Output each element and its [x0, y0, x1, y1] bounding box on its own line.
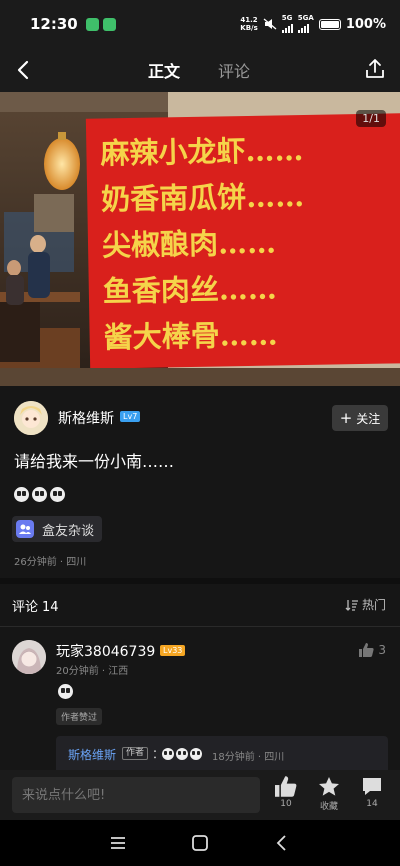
tab-content[interactable]: 正文: [148, 58, 180, 82]
status-bar: 12:30 41.2 KB/s 5G 5GA 100%: [0, 0, 400, 48]
section-divider: [0, 578, 400, 584]
sort-button[interactable]: 热门: [345, 596, 386, 613]
comments-title: 评论 14: [12, 600, 59, 615]
comment-bubble-icon: [363, 778, 381, 795]
reply-meta: 18分钟前 · 四川: [212, 752, 285, 763]
system-nav-bar: [0, 820, 400, 866]
restaurant-menu-photo: 麻辣小龙虾…… 奶香南瓜饼…… 尖椒酿肉…… 鱼香肉丝…… 酱大棒骨……: [0, 92, 400, 386]
cry-emoji-icon: [32, 487, 47, 502]
reply-preview[interactable]: 斯格维斯 作者 ： 18分钟前 · 四川: [56, 736, 388, 774]
sort-icon: [345, 599, 358, 611]
back-icon[interactable]: [272, 833, 292, 853]
battery-text: 100%: [345, 16, 386, 32]
plus-icon: +: [339, 409, 353, 427]
post-meta: 26分钟前 · 四川: [14, 557, 87, 568]
status-time: 12:30: [30, 15, 78, 33]
post-text: 请给我来一份小南……: [14, 452, 175, 471]
signal-5g-icon: 5G: [281, 15, 293, 33]
signal-5ga-icon: 5GA: [297, 15, 314, 33]
menu-line-4: 鱼香肉丝……: [103, 271, 278, 308]
reply-emojis: [162, 748, 202, 760]
cry-emoji-icon: [162, 748, 174, 760]
menu-line-5: 酱大棒骨……: [103, 317, 278, 354]
menu-line-3: 尖椒酿肉……: [102, 225, 277, 262]
author-tag: 作者: [122, 747, 149, 760]
cry-emoji-icon: [190, 748, 202, 760]
battery-icon: [318, 18, 341, 30]
notification-icons: [85, 17, 116, 31]
nav-bar: 正文 评论: [0, 48, 400, 92]
topic-tag[interactable]: 盒友杂谈: [12, 516, 103, 542]
comment-like-count: 3: [378, 643, 386, 657]
comment-button[interactable]: 14: [352, 776, 392, 809]
favorite-label: 收藏: [319, 802, 338, 812]
commenter-name[interactable]: 玩家38046739: [56, 641, 155, 661]
comment-count: 14: [366, 799, 378, 809]
like-button[interactable]: 10: [266, 776, 306, 809]
comment-input[interactable]: [12, 777, 260, 813]
cry-emoji-icon: [58, 684, 73, 699]
image-counter: 1/1: [356, 110, 386, 127]
wechat-icon: [102, 17, 116, 31]
follow-label: 关注: [356, 411, 381, 426]
star-icon: [319, 777, 339, 796]
comments-count: 14: [42, 600, 59, 615]
reply-author-name[interactable]: 斯格维斯: [68, 746, 116, 763]
author-liked-badge: 作者赞过: [56, 708, 103, 725]
author-name[interactable]: 斯格维斯: [58, 408, 114, 428]
commenter-level-badge: Lv33: [160, 645, 186, 656]
back-arrow-icon[interactable]: [12, 58, 36, 82]
bottom-action-bar: 10 收藏 14: [0, 770, 400, 820]
cry-emoji-icon: [14, 487, 29, 502]
comment-like-button[interactable]: 3: [359, 643, 386, 657]
topic-tag-label: 盒友杂谈: [42, 523, 95, 539]
comments-header: 评论 14 热门: [0, 590, 400, 620]
cry-emoji-icon: [50, 487, 65, 502]
mute-icon: [263, 18, 277, 30]
thumb-up-icon: [359, 643, 374, 657]
menu-line-1: 麻辣小龙虾……: [100, 133, 304, 171]
post-image[interactable]: 麻辣小龙虾…… 奶香南瓜饼…… 尖椒酿肉…… 鱼香肉丝…… 酱大棒骨…… 1/1: [0, 92, 400, 386]
cry-emoji-icon: [176, 748, 188, 760]
nav-tabs: 正文 评论: [148, 48, 250, 92]
menu-line-2: 奶香南瓜饼……: [101, 179, 305, 217]
status-right: 41.2 KB/s 5G 5GA 100%: [240, 15, 386, 33]
tab-comments[interactable]: 评论: [218, 58, 250, 82]
sort-label: 热门: [361, 598, 386, 612]
home-icon[interactable]: [190, 833, 210, 853]
post-emoji-row: [14, 487, 65, 502]
menu-icon[interactable]: [108, 833, 128, 853]
share-icon[interactable]: [364, 58, 386, 80]
group-icon: [16, 520, 34, 538]
commenter-avatar[interactable]: [12, 640, 46, 674]
like-count: 10: [280, 799, 292, 809]
shield-app-icon: [85, 17, 99, 31]
follow-button[interactable]: + 关注: [332, 405, 388, 431]
thumb-up-icon: [275, 776, 297, 797]
author-level-badge: Lv7: [120, 411, 141, 422]
comment-meta: 20分钟前 · 江西: [56, 666, 129, 677]
comment-emoji: [58, 684, 73, 699]
author-row: 斯格维斯 Lv7 + 关注: [0, 395, 400, 441]
favorite-button[interactable]: 收藏: [309, 776, 349, 812]
author-avatar[interactable]: [14, 401, 48, 435]
net-speed: 41.2 KB/s: [240, 16, 258, 32]
header-line: [0, 626, 400, 627]
